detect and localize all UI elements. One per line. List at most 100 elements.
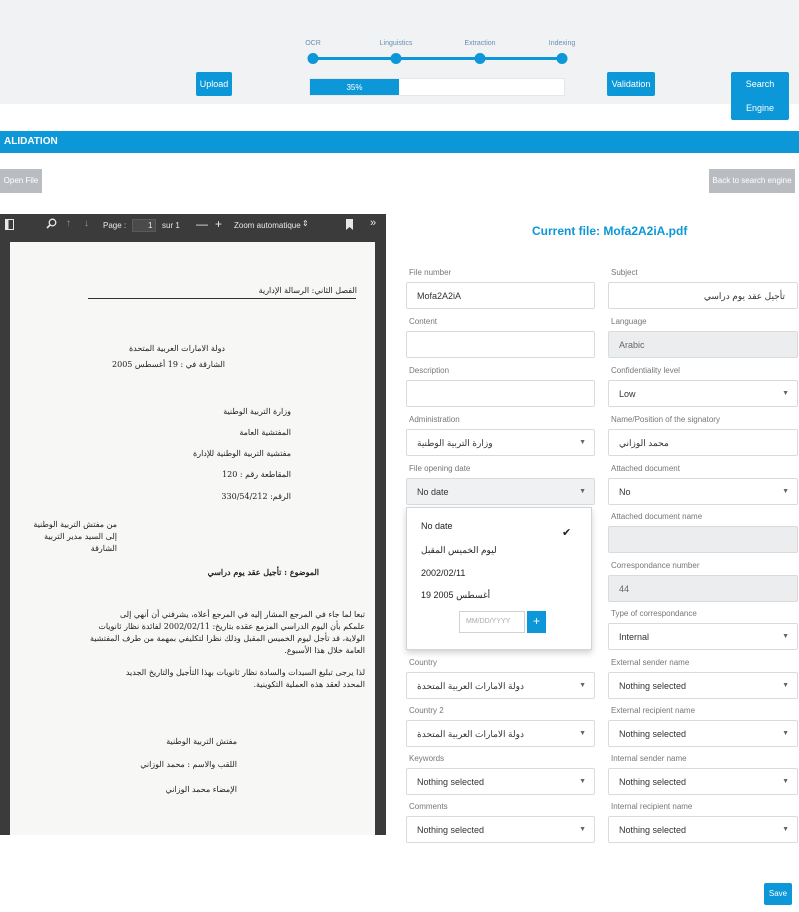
comments-select[interactable]: Nothing selected ▼ <box>406 816 595 843</box>
confidentiality-select[interactable]: Low ▼ <box>608 380 798 407</box>
keywords-select[interactable]: Nothing selected ▼ <box>406 768 595 795</box>
doc-body-line-6: المحدد لعقد هذه العملية التكوينية. <box>253 680 365 689</box>
confidentiality-label: Confidentiality level <box>611 366 680 375</box>
date-option-august-2005[interactable]: أغسطس 2005 19 <box>421 590 490 601</box>
internal-recipient-select[interactable]: Nothing selected ▼ <box>608 816 798 843</box>
upload-button[interactable]: Upload <box>196 72 232 96</box>
step-ocr-dot <box>307 53 319 64</box>
doc-body-line-3: الولاية، قد تأجل ليوم الخميس المقبل وذلك… <box>89 634 365 643</box>
search-engine-button[interactable]: Search Engine <box>731 72 789 120</box>
doc-line-to: إلى السيد مدير التربية <box>44 532 117 541</box>
subject-field[interactable]: تأجيل عقد يوم دراسي <box>608 282 798 309</box>
administration-value: وزارة التربية الوطنية <box>417 438 493 448</box>
caret-down-icon: ▼ <box>782 778 789 785</box>
save-button[interactable]: Save <box>764 883 792 905</box>
caret-down-icon: ▼ <box>579 488 586 495</box>
content-field[interactable] <box>406 331 595 358</box>
administration-select[interactable]: وزارة التربية الوطنية ▼ <box>406 429 595 456</box>
external-sender-select[interactable]: Nothing selected ▼ <box>608 672 798 699</box>
internal-sender-value: Nothing selected <box>619 777 687 787</box>
arrow-down-icon[interactable]: ↓ <box>84 218 89 229</box>
internal-sender-label: Internal sender name <box>611 754 687 763</box>
caret-down-icon: ▼ <box>782 488 789 495</box>
signatory-field[interactable]: محمد الوزاني <box>608 429 798 456</box>
attached-document-name-field <box>608 526 798 553</box>
external-sender-label: External sender name <box>611 658 690 667</box>
caret-down-icon: ▼ <box>782 826 789 833</box>
zoom-out-icon[interactable]: — <box>196 217 208 231</box>
date-dropdown-menu: No date ✔ ليوم الخميس المقبل 2002/02/11 … <box>406 507 592 650</box>
pipeline-bar: Upload OCR Linguistics Extraction Indexi… <box>0 0 799 120</box>
date-option-next-thursday[interactable]: ليوم الخميس المقبل <box>421 545 497 556</box>
file-number-field[interactable]: Mofa2A2iA <box>406 282 595 309</box>
doc-divider <box>88 298 356 299</box>
pdf-page: الفصل الثاني: الرسالة الإدارية دولة الام… <box>10 242 375 835</box>
signatory-label: Name/Position of the signatory <box>611 415 720 424</box>
country-select[interactable]: دولة الامارات العربية المتحدة ▼ <box>406 672 595 699</box>
attached-document-name-label: Attached document name <box>611 512 703 521</box>
caret-down-icon: ▼ <box>579 682 586 689</box>
attached-document-select[interactable]: No ▼ <box>608 478 798 505</box>
external-recipient-label: External recipient name <box>611 706 696 715</box>
arrow-up-icon[interactable]: ↑ <box>66 218 71 229</box>
doc-body-line-1: تبعا لما جاء في المرجع المشار إليه في ال… <box>120 610 365 619</box>
doc-signature: الإمضاء محمد الوزاني <box>165 785 237 794</box>
back-to-search-button[interactable]: Back to search engine <box>709 169 795 193</box>
zoom-in-icon[interactable]: + <box>215 217 222 231</box>
doc-body-line-2: علمكم بأن اليوم الدراسي المزمع عقده بتار… <box>98 622 365 631</box>
administration-label: Administration <box>409 415 460 424</box>
step-linguistics-label: Linguistics <box>379 40 413 47</box>
opening-date-value: No date <box>417 487 449 497</box>
date-option-no-date[interactable]: No date <box>421 521 453 531</box>
doc-line-district: المقاطعة رقم : 120 <box>222 470 291 479</box>
date-option-2002-02-11[interactable]: 2002/02/11 <box>421 568 465 578</box>
doc-signature-title: مفتش التربية الوطنية <box>166 737 237 746</box>
step-extraction-label: Extraction <box>464 40 496 47</box>
sidebar-toggle-icon[interactable] <box>5 219 14 232</box>
pdf-toolbar: ↑ ↓ Page : 1 sur 1 — + Zoom automatique … <box>0 214 386 238</box>
step-extraction-dot <box>474 53 486 64</box>
correspondance-type-value: Internal <box>619 632 650 642</box>
caret-down-icon: ▼ <box>782 682 789 689</box>
country2-select[interactable]: دولة الامارات العربية المتحدة ▼ <box>406 720 595 747</box>
keywords-value: Nothing selected <box>417 777 485 787</box>
caret-down-icon: ▼ <box>579 778 586 785</box>
double-chevron-right-icon[interactable]: » <box>370 217 376 229</box>
doc-body-line-4: العامة خلال هذا الأسبوع. <box>284 646 365 655</box>
description-label: Description <box>409 366 450 375</box>
validation-header: ALIDATION <box>0 131 799 153</box>
page-label: Page : <box>103 221 127 230</box>
current-file-title: Current file: Mofa2A2iA.pdf <box>532 224 688 238</box>
doc-line-from: من مفتش التربية الوطنية <box>33 520 117 529</box>
search-icon[interactable] <box>46 218 57 231</box>
progress-fill: 35% <box>310 79 399 95</box>
plus-icon[interactable]: + <box>527 611 546 633</box>
doc-body-line-5: لذا يرجى تبليغ السيدات والسادة نظار ثانو… <box>125 668 365 677</box>
bookmark-icon[interactable] <box>346 219 353 232</box>
progress-bar: 35% <box>309 78 565 96</box>
doc-line-ministry: وزارة التربية الوطنية <box>223 407 291 416</box>
caret-down-icon: ▼ <box>579 730 586 737</box>
attached-document-value: No <box>619 487 631 497</box>
language-label: Language <box>611 317 647 326</box>
validation-button[interactable]: Validation <box>607 72 655 96</box>
app-root: Upload OCR Linguistics Extraction Indexi… <box>0 0 799 912</box>
opening-date-select[interactable]: No date ▼ <box>406 478 595 505</box>
zoom-select[interactable]: Zoom automatique <box>234 221 301 230</box>
external-recipient-select[interactable]: Nothing selected ▼ <box>608 720 798 747</box>
open-file-button[interactable]: Open File <box>0 169 42 193</box>
correspondance-type-select[interactable]: Internal ▼ <box>608 623 798 650</box>
custom-date-input[interactable]: MM/DD/YYYY <box>459 611 525 633</box>
country-label: Country <box>409 658 438 667</box>
doc-line-admin: مفتشية التربية الوطنية للإدارة <box>193 449 291 458</box>
confidentiality-value: Low <box>619 389 636 399</box>
pdf-viewer: ↑ ↓ Page : 1 sur 1 — + Zoom automatique … <box>0 214 386 835</box>
caret-down-icon: ▼ <box>782 633 789 640</box>
content-label: Content <box>409 317 438 326</box>
step-ocr-label: OCR <box>305 40 321 47</box>
description-field[interactable] <box>406 380 595 407</box>
doc-line-subject: الموضوع : تأجيل عقد يوم دراسي <box>207 567 319 577</box>
page-number: 1 <box>148 221 153 230</box>
internal-sender-select[interactable]: Nothing selected ▼ <box>608 768 798 795</box>
page-total: sur 1 <box>162 221 180 230</box>
